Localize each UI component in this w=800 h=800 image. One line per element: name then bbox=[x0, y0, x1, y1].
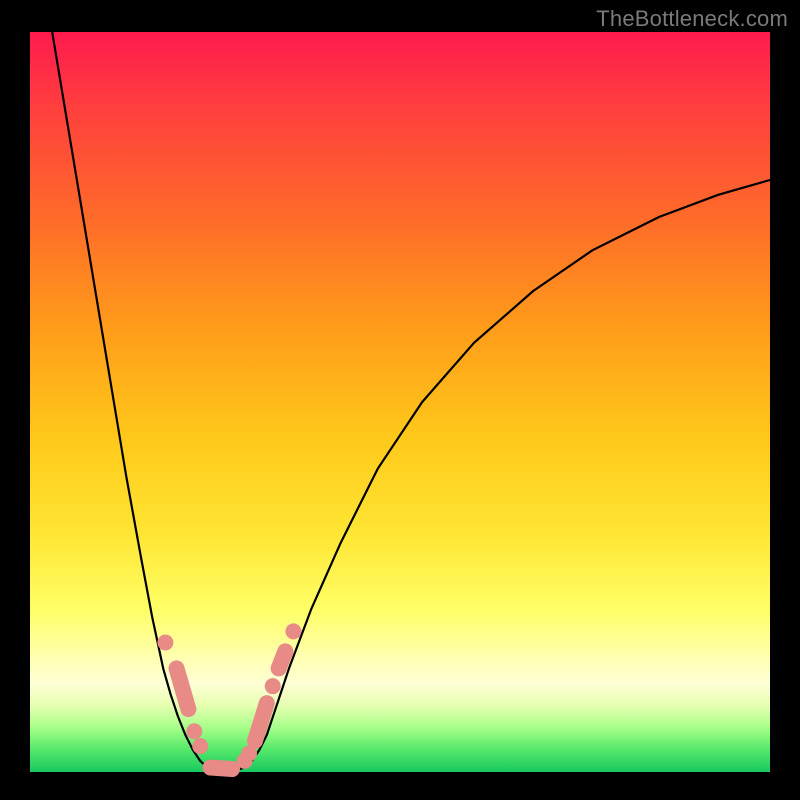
data-marker bbox=[285, 623, 301, 639]
chart-svg bbox=[0, 0, 800, 800]
data-marker-segment bbox=[279, 651, 286, 668]
data-marker-segment bbox=[255, 703, 267, 741]
data-marker-segment bbox=[177, 668, 189, 709]
data-marker bbox=[192, 738, 208, 754]
curve-group bbox=[52, 32, 770, 771]
data-marker bbox=[157, 635, 173, 651]
data-marker-segment bbox=[211, 768, 232, 769]
bottleneck-curve bbox=[52, 32, 770, 771]
data-marker bbox=[265, 678, 281, 694]
data-marker bbox=[186, 723, 202, 739]
chart-frame: TheBottleneck.com bbox=[0, 0, 800, 800]
